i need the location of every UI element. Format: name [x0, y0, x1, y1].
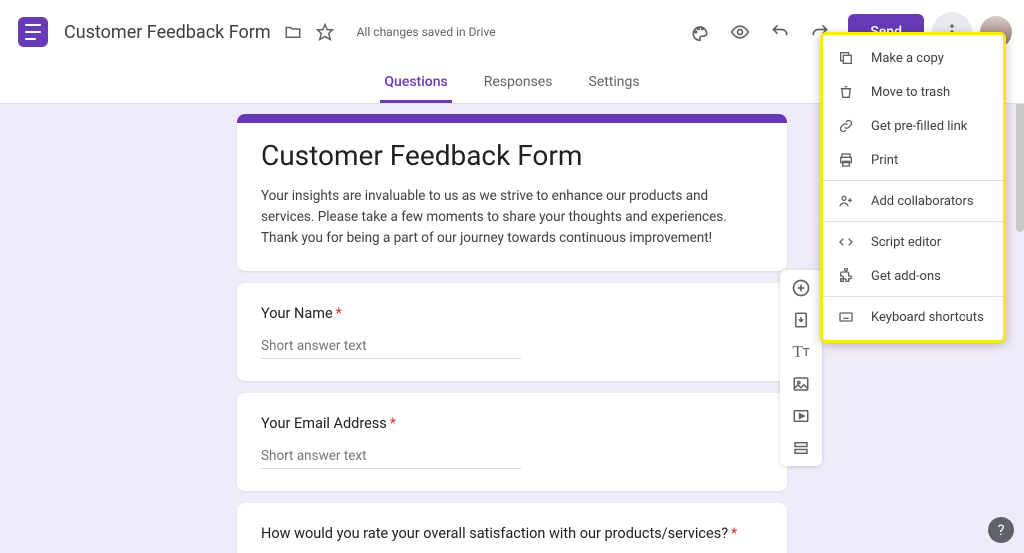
trash-icon — [837, 83, 855, 101]
menu-item-print[interactable]: Print — [823, 143, 1003, 177]
add-section-icon[interactable] — [786, 436, 816, 460]
tab-settings[interactable]: Settings — [584, 74, 643, 103]
menu-item-label: Move to trash — [871, 85, 950, 100]
form-description[interactable]: Your insights are invaluable to us as we… — [261, 186, 763, 249]
menu-item-label: Make a copy — [871, 51, 944, 66]
short-answer-input[interactable] — [261, 334, 521, 359]
menu-item-label: Print — [871, 153, 898, 168]
link-icon — [837, 117, 855, 135]
undo-icon[interactable] — [760, 12, 800, 52]
preview-icon[interactable] — [720, 12, 760, 52]
menu-item-label: Get add-ons — [871, 269, 941, 284]
print-icon — [837, 151, 855, 169]
menu-item-get-pre-filled-link[interactable]: Get pre-filled link — [823, 109, 1003, 143]
question-card-satisfaction[interactable]: How would you rate your overall satisfac… — [237, 503, 787, 553]
document-title[interactable]: Customer Feedback Form — [64, 22, 271, 43]
form-header-card[interactable]: Customer Feedback Form Your insights are… — [237, 114, 787, 271]
add-image-icon[interactable] — [786, 372, 816, 396]
add-question-icon[interactable] — [786, 276, 816, 300]
menu-item-get-add-ons[interactable]: Get add-ons — [823, 259, 1003, 293]
theme-icon[interactable] — [680, 12, 720, 52]
add-title-icon[interactable]: TT — [786, 340, 816, 364]
add-video-icon[interactable] — [786, 404, 816, 428]
tab-questions[interactable]: Questions — [380, 74, 451, 103]
menu-item-keyboard-shortcuts[interactable]: Keyboard shortcuts — [823, 300, 1003, 334]
import-questions-icon[interactable] — [786, 308, 816, 332]
keyboard-icon — [837, 308, 855, 326]
collab-icon — [837, 192, 855, 210]
menu-item-move-to-trash[interactable]: Move to trash — [823, 75, 1003, 109]
menu-item-label: Add collaborators — [871, 194, 974, 209]
menu-item-make-a-copy[interactable]: Make a copy — [823, 41, 1003, 75]
menu-item-script-editor[interactable]: Script editor — [823, 225, 1003, 259]
question-label: Your Email Address* — [261, 415, 763, 432]
addons-icon — [837, 267, 855, 285]
more-menu: Make a copy Move to trash Get pre-filled l… — [820, 32, 1006, 343]
tab-responses[interactable]: Responses — [480, 74, 557, 103]
question-label: How would you rate your overall satisfac… — [261, 525, 763, 542]
menu-item-label: Keyboard shortcuts — [871, 310, 984, 325]
question-label: Your Name* — [261, 305, 763, 322]
star-icon[interactable] — [315, 22, 335, 42]
question-toolbar: TT — [780, 270, 822, 466]
question-card-name[interactable]: Your Name* — [237, 283, 787, 381]
forms-logo[interactable] — [12, 11, 54, 53]
save-status: All changes saved in Drive — [357, 25, 496, 39]
menu-item-add-collaborators[interactable]: Add collaborators — [823, 184, 1003, 218]
help-icon[interactable]: ? — [988, 517, 1014, 543]
menu-item-label: Script editor — [871, 235, 941, 250]
short-answer-input[interactable] — [261, 444, 521, 469]
menu-item-label: Get pre-filled link — [871, 119, 967, 134]
copy-icon — [837, 49, 855, 67]
script-icon — [837, 233, 855, 251]
form-title[interactable]: Customer Feedback Form — [261, 139, 763, 172]
move-folder-icon[interactable] — [283, 22, 303, 42]
question-card-email[interactable]: Your Email Address* — [237, 393, 787, 491]
